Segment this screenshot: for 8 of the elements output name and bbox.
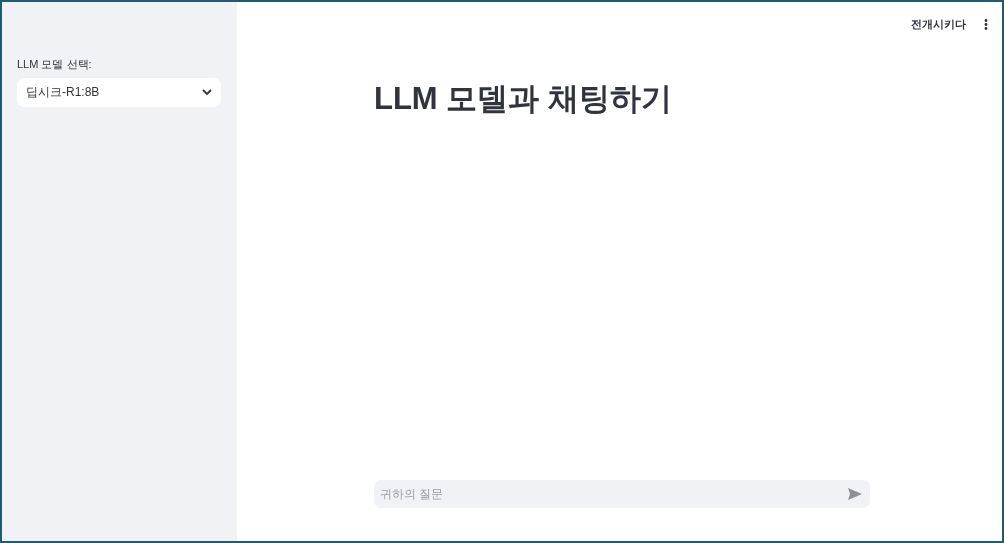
- send-icon[interactable]: [848, 488, 862, 500]
- chevron-down-icon: [202, 88, 212, 96]
- more-options-icon[interactable]: [984, 18, 988, 30]
- select-label: LLM 모델 선택:: [17, 57, 93, 72]
- model-dropdown[interactable]: 딥시크-R1:8B: [17, 77, 221, 107]
- chat-input[interactable]: 귀하의 질문: [374, 480, 870, 508]
- deploy-button[interactable]: 전개시키다: [907, 13, 970, 35]
- page-title: LLM 모델과 채팅하기: [374, 80, 673, 118]
